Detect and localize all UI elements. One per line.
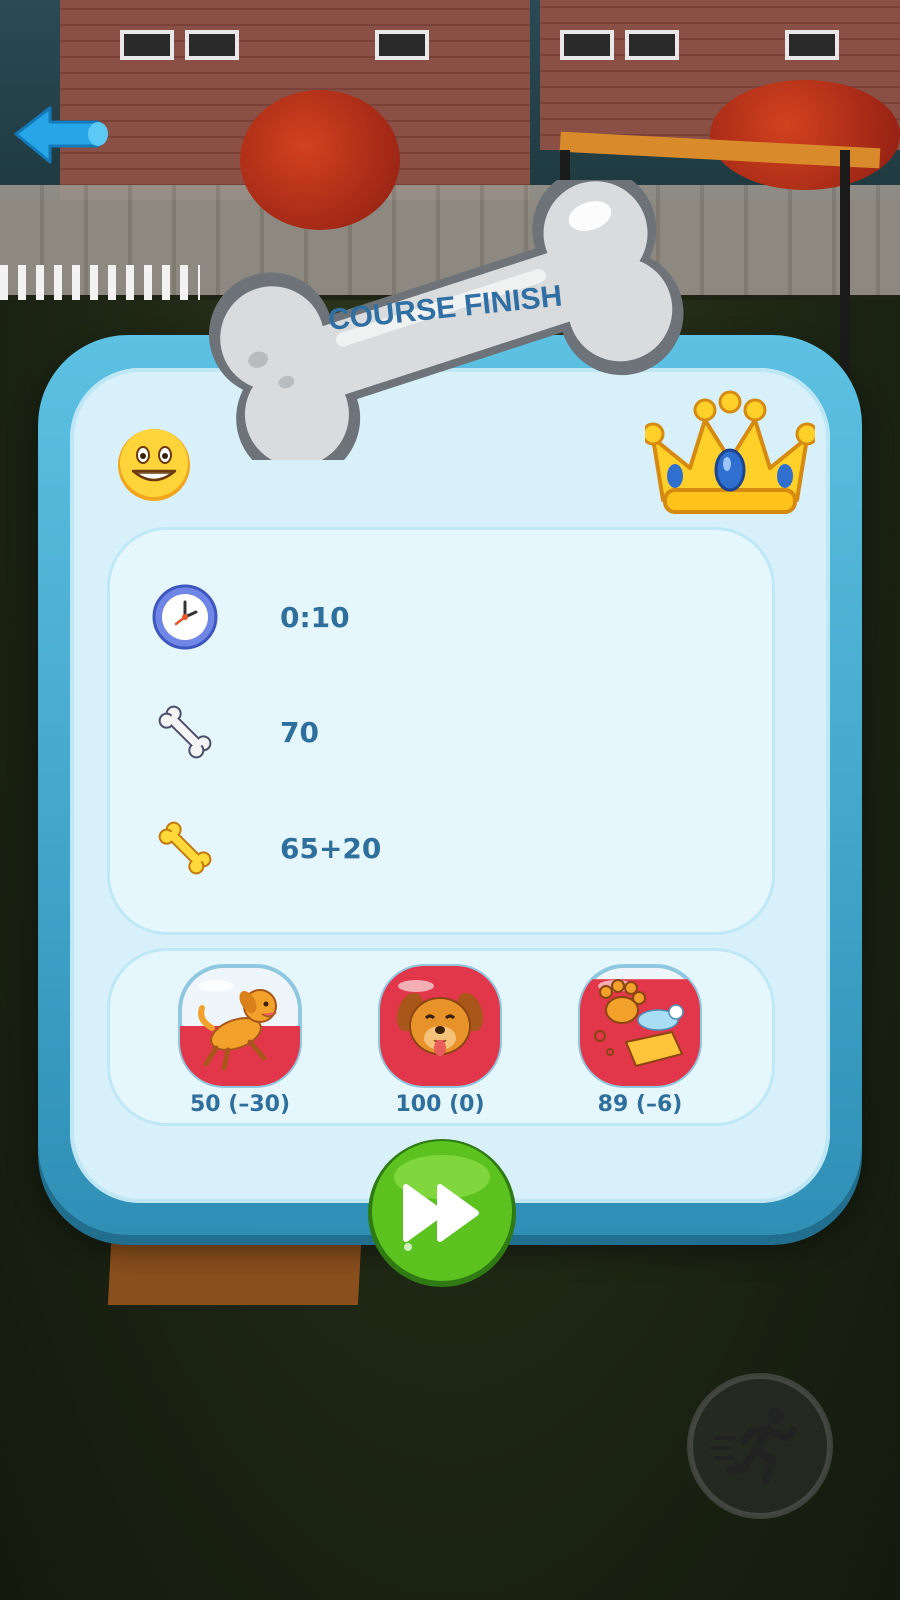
bones-value: 70 — [280, 715, 319, 749]
skill-energy[interactable]: 50 (–30) — [170, 962, 310, 1122]
back-button[interactable] — [12, 100, 112, 170]
grinning-face-icon — [118, 429, 190, 501]
crown-icon — [645, 390, 815, 514]
running-dog-icon — [178, 964, 302, 1088]
wooden-bench — [107, 1225, 363, 1305]
paw-soap-icon — [578, 964, 702, 1088]
building-window — [785, 30, 839, 60]
fast-forward-icon — [368, 1139, 516, 1287]
skill-energy-label: 50 (–30) — [190, 1092, 290, 1117]
stat-row-gold-bones: 65+20 — [150, 813, 381, 883]
gold-bones-value: 65+20 — [280, 831, 382, 865]
stat-row-bones: 70 — [150, 697, 319, 767]
autumn-tree — [710, 80, 900, 190]
white-bone-icon — [150, 697, 220, 767]
building-window — [120, 30, 174, 60]
clock-icon — [150, 582, 220, 652]
run-button[interactable] — [686, 1372, 834, 1520]
time-value: 0:10 — [280, 600, 350, 634]
building-window — [560, 30, 614, 60]
continue-button[interactable] — [366, 1137, 518, 1289]
building-window — [625, 30, 679, 60]
skill-cleanliness[interactable]: 89 (–6) — [570, 962, 710, 1122]
building-window — [375, 30, 429, 60]
skill-happiness-label: 100 (0) — [395, 1092, 485, 1117]
skill-happiness[interactable]: 100 (0) — [370, 962, 510, 1122]
back-arrow-icon — [14, 106, 108, 164]
building-window — [185, 30, 239, 60]
happy-dog-icon — [378, 964, 502, 1088]
running-man-icon — [687, 1373, 833, 1519]
gold-bone-icon — [150, 813, 220, 883]
stat-row-time: 0:10 — [150, 582, 350, 652]
skill-cleanliness-label: 89 (–6) — [597, 1092, 683, 1117]
